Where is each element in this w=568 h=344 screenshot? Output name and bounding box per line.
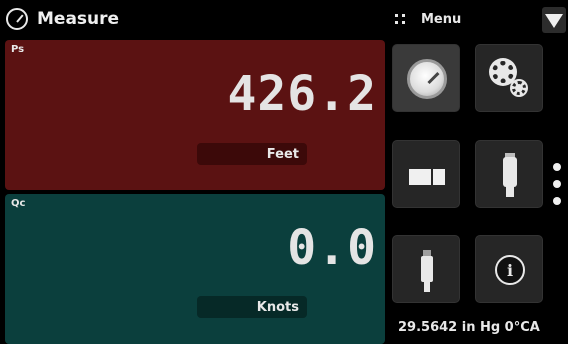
split-window-icon bbox=[409, 169, 431, 185]
split-window-right-icon bbox=[433, 169, 445, 185]
unit-button-ps[interactable]: Feet bbox=[197, 143, 307, 165]
panel-label-qc: Qc bbox=[11, 198, 26, 209]
page-dot[interactable] bbox=[553, 180, 561, 188]
menu-tile-usb-device[interactable] bbox=[475, 140, 543, 208]
gauge-icon bbox=[407, 59, 447, 99]
page-dot[interactable] bbox=[553, 197, 561, 205]
title-area: Measure bbox=[6, 8, 119, 30]
grid-icon bbox=[395, 13, 407, 26]
usb-device-plug-icon bbox=[506, 187, 514, 197]
usb-plug-icon bbox=[421, 256, 433, 282]
menu-tile-usb-plug[interactable] bbox=[392, 235, 460, 303]
ps-measurement-panel[interactable]: Ps 426.2 Feet bbox=[5, 40, 385, 190]
menu-tile-measure[interactable] bbox=[392, 44, 460, 112]
triangle-down-icon[interactable] bbox=[542, 7, 566, 33]
top-bar: Measure Menu bbox=[0, 0, 568, 38]
menu-label: Menu bbox=[421, 12, 462, 27]
gauge-icon bbox=[6, 8, 28, 30]
page-dots-icon[interactable] bbox=[553, 163, 563, 214]
menu-tile-display[interactable] bbox=[392, 140, 460, 208]
page-dot[interactable] bbox=[553, 163, 561, 171]
qc-measurement-panel[interactable]: Qc 0.0 Knots bbox=[5, 194, 385, 344]
panel-value-qc: 0.0 bbox=[287, 220, 377, 276]
info-icon: i bbox=[495, 255, 525, 285]
usb-device-icon bbox=[503, 157, 517, 187]
gear-small-icon bbox=[512, 81, 526, 95]
menu-tile-settings[interactable] bbox=[475, 44, 543, 112]
page-title: Measure bbox=[37, 9, 120, 29]
unit-button-qc[interactable]: Knots bbox=[197, 296, 307, 318]
gears-icon bbox=[492, 61, 514, 83]
menu-header[interactable]: Menu bbox=[395, 12, 461, 27]
menu-tile-info[interactable]: i bbox=[475, 235, 543, 303]
barometric-reading: 29.5642 in Hg 0°CA bbox=[398, 320, 540, 335]
panel-value-ps: 426.2 bbox=[227, 66, 377, 122]
panel-label-ps: Ps bbox=[11, 44, 25, 55]
usb-plug-tip-icon bbox=[424, 280, 430, 292]
